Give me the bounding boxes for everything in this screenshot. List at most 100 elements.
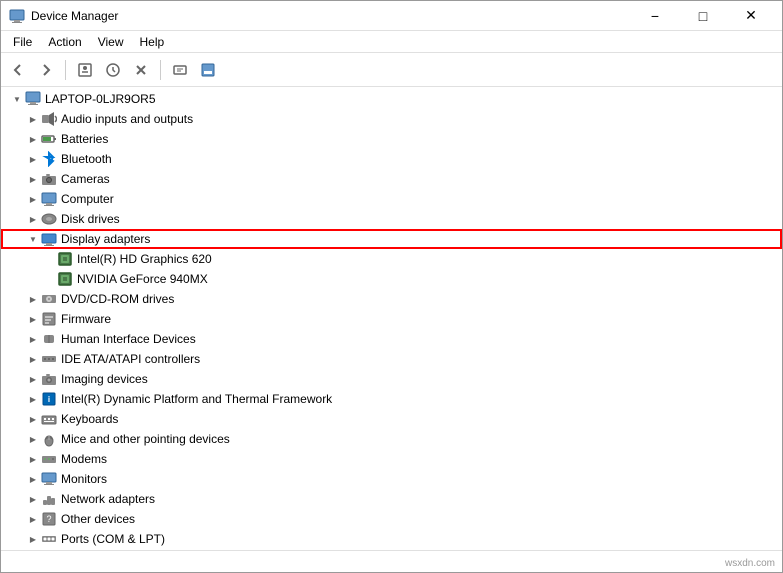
expand-mice[interactable]: ▶ <box>25 431 41 447</box>
intel-hd-icon <box>57 251 73 267</box>
expand-modems[interactable]: ▶ <box>25 451 41 467</box>
firmware-label: Firmware <box>61 312 111 326</box>
tree-item-ports[interactable]: ▶ Ports (COM & LPT) <box>1 529 782 549</box>
modems-label: Modems <box>61 452 107 466</box>
maximize-button[interactable]: □ <box>680 1 726 31</box>
tree-item-hid[interactable]: ▶ Human Interface Devices <box>1 329 782 349</box>
expand-other[interactable]: ▶ <box>25 511 41 527</box>
close-button[interactable]: ✕ <box>728 1 774 31</box>
bluetooth-label: Bluetooth <box>61 152 112 166</box>
tree-item-intel-thermal[interactable]: ▶ i Intel(R) Dynamic Platform and Therma… <box>1 389 782 409</box>
intel-hd-label: Intel(R) HD Graphics 620 <box>77 252 212 266</box>
expand-dvd[interactable]: ▶ <box>25 291 41 307</box>
dvd-label: DVD/CD-ROM drives <box>61 292 174 306</box>
nvidia-label: NVIDIA GeForce 940MX <box>77 272 208 286</box>
scan-button[interactable] <box>167 57 193 83</box>
tree-item-other[interactable]: ▶ ? Other devices <box>1 509 782 529</box>
menu-view[interactable]: View <box>90 33 132 51</box>
menu-file[interactable]: File <box>5 33 40 51</box>
network-label: Network adapters <box>61 492 155 506</box>
expand-network[interactable]: ▶ <box>25 491 41 507</box>
intel-thermal-label: Intel(R) Dynamic Platform and Thermal Fr… <box>61 392 332 406</box>
expand-computer[interactable]: ▶ <box>25 191 41 207</box>
tree-item-keyboards[interactable]: ▶ Keyboards <box>1 409 782 429</box>
audio-label: Audio inputs and outputs <box>61 112 193 126</box>
hid-icon <box>41 331 57 347</box>
tree-item-cameras[interactable]: ▶ Cameras <box>1 169 782 189</box>
window-controls: − □ ✕ <box>632 1 774 31</box>
tree-item-disk[interactable]: ▶ Disk drives <box>1 209 782 229</box>
root-label: LAPTOP-0LJR9OR5 <box>45 92 156 106</box>
title-icon <box>9 8 25 24</box>
expand-root[interactable]: ▼ <box>9 91 25 107</box>
tree-item-display-adapters[interactable]: ▼ Display adapters <box>1 229 782 249</box>
menu-action[interactable]: Action <box>40 33 89 51</box>
tree-item-nvidia[interactable]: ▶ NVIDIA GeForce 940MX <box>1 269 782 289</box>
modem-icon <box>41 451 57 467</box>
status-bar: wsxdn.com <box>1 550 782 572</box>
computer-category-icon <box>41 191 57 207</box>
expand-disk[interactable]: ▶ <box>25 211 41 227</box>
expand-firmware[interactable]: ▶ <box>25 311 41 327</box>
tree-item-bluetooth[interactable]: ▶ Bluetooth <box>1 149 782 169</box>
show-hidden-button[interactable] <box>195 57 221 83</box>
tree-item-batteries[interactable]: ▶ Batteries <box>1 129 782 149</box>
expand-hid[interactable]: ▶ <box>25 331 41 347</box>
menu-help[interactable]: Help <box>132 33 173 51</box>
ide-label: IDE ATA/ATAPI controllers <box>61 352 200 366</box>
back-button[interactable] <box>5 57 31 83</box>
expand-display-adapters[interactable]: ▼ <box>25 231 41 247</box>
ide-icon <box>41 351 57 367</box>
expand-cameras[interactable]: ▶ <box>25 171 41 187</box>
computer-label: Computer <box>61 192 114 206</box>
tree-item-ide[interactable]: ▶ IDE ATA/ATAPI controllers <box>1 349 782 369</box>
tree-item-intel-hd[interactable]: ▶ Intel(R) HD Graphics 620 <box>1 249 782 269</box>
tree-item-audio[interactable]: ▶ Audio inputs and outputs <box>1 109 782 129</box>
firmware-icon <box>41 311 57 327</box>
expand-imaging[interactable]: ▶ <box>25 371 41 387</box>
monitor-icon <box>41 471 57 487</box>
svg-text:i: i <box>48 395 50 404</box>
tree-item-monitors[interactable]: ▶ Monitors <box>1 469 782 489</box>
expand-audio[interactable]: ▶ <box>25 111 41 127</box>
title-text: Device Manager <box>31 9 632 23</box>
expand-keyboards[interactable]: ▶ <box>25 411 41 427</box>
tree-view[interactable]: ▼ LAPTOP-0LJR9OR5 ▶ <box>1 87 782 550</box>
other-icon: ? <box>41 511 57 527</box>
batteries-label: Batteries <box>61 132 108 146</box>
menu-bar: File Action View Help <box>1 31 782 53</box>
tree-item-dvd[interactable]: ▶ DVD/CD-ROM drives <box>1 289 782 309</box>
tree-root[interactable]: ▼ LAPTOP-0LJR9OR5 <box>1 89 782 109</box>
svg-text:?: ? <box>46 514 51 524</box>
minimize-button[interactable]: − <box>632 1 678 31</box>
properties-button[interactable] <box>72 57 98 83</box>
imaging-label: Imaging devices <box>61 372 148 386</box>
expand-batteries[interactable]: ▶ <box>25 131 41 147</box>
keyboards-label: Keyboards <box>61 412 118 426</box>
tree-item-firmware[interactable]: ▶ Firmware <box>1 309 782 329</box>
content-area: ▼ LAPTOP-0LJR9OR5 ▶ <box>1 87 782 550</box>
expand-intel-thermal[interactable]: ▶ <box>25 391 41 407</box>
expand-bluetooth[interactable]: ▶ <box>25 151 41 167</box>
expand-monitors[interactable]: ▶ <box>25 471 41 487</box>
tree-item-computer[interactable]: ▶ Computer <box>1 189 782 209</box>
tree-item-modems[interactable]: ▶ Modems <box>1 449 782 469</box>
expand-ports[interactable]: ▶ <box>25 531 41 547</box>
ports-icon <box>41 531 57 547</box>
monitors-label: Monitors <box>61 472 107 486</box>
computer-icon <box>25 91 41 107</box>
nvidia-icon <box>57 271 73 287</box>
dvd-icon <box>41 291 57 307</box>
disk-label: Disk drives <box>61 212 120 226</box>
forward-button[interactable] <box>33 57 59 83</box>
tree-item-network[interactable]: ▶ Network adapters <box>1 489 782 509</box>
expand-ide[interactable]: ▶ <box>25 351 41 367</box>
other-label: Other devices <box>61 512 135 526</box>
display-adapters-icon <box>41 231 57 247</box>
update-button[interactable] <box>100 57 126 83</box>
tree-item-imaging[interactable]: ▶ Imaging devices <box>1 369 782 389</box>
intel-icon: i <box>41 391 57 407</box>
tree-item-mice[interactable]: ▶ Mice and other pointing devices <box>1 429 782 449</box>
uninstall-button[interactable] <box>128 57 154 83</box>
toolbar-separator-1 <box>65 60 66 80</box>
